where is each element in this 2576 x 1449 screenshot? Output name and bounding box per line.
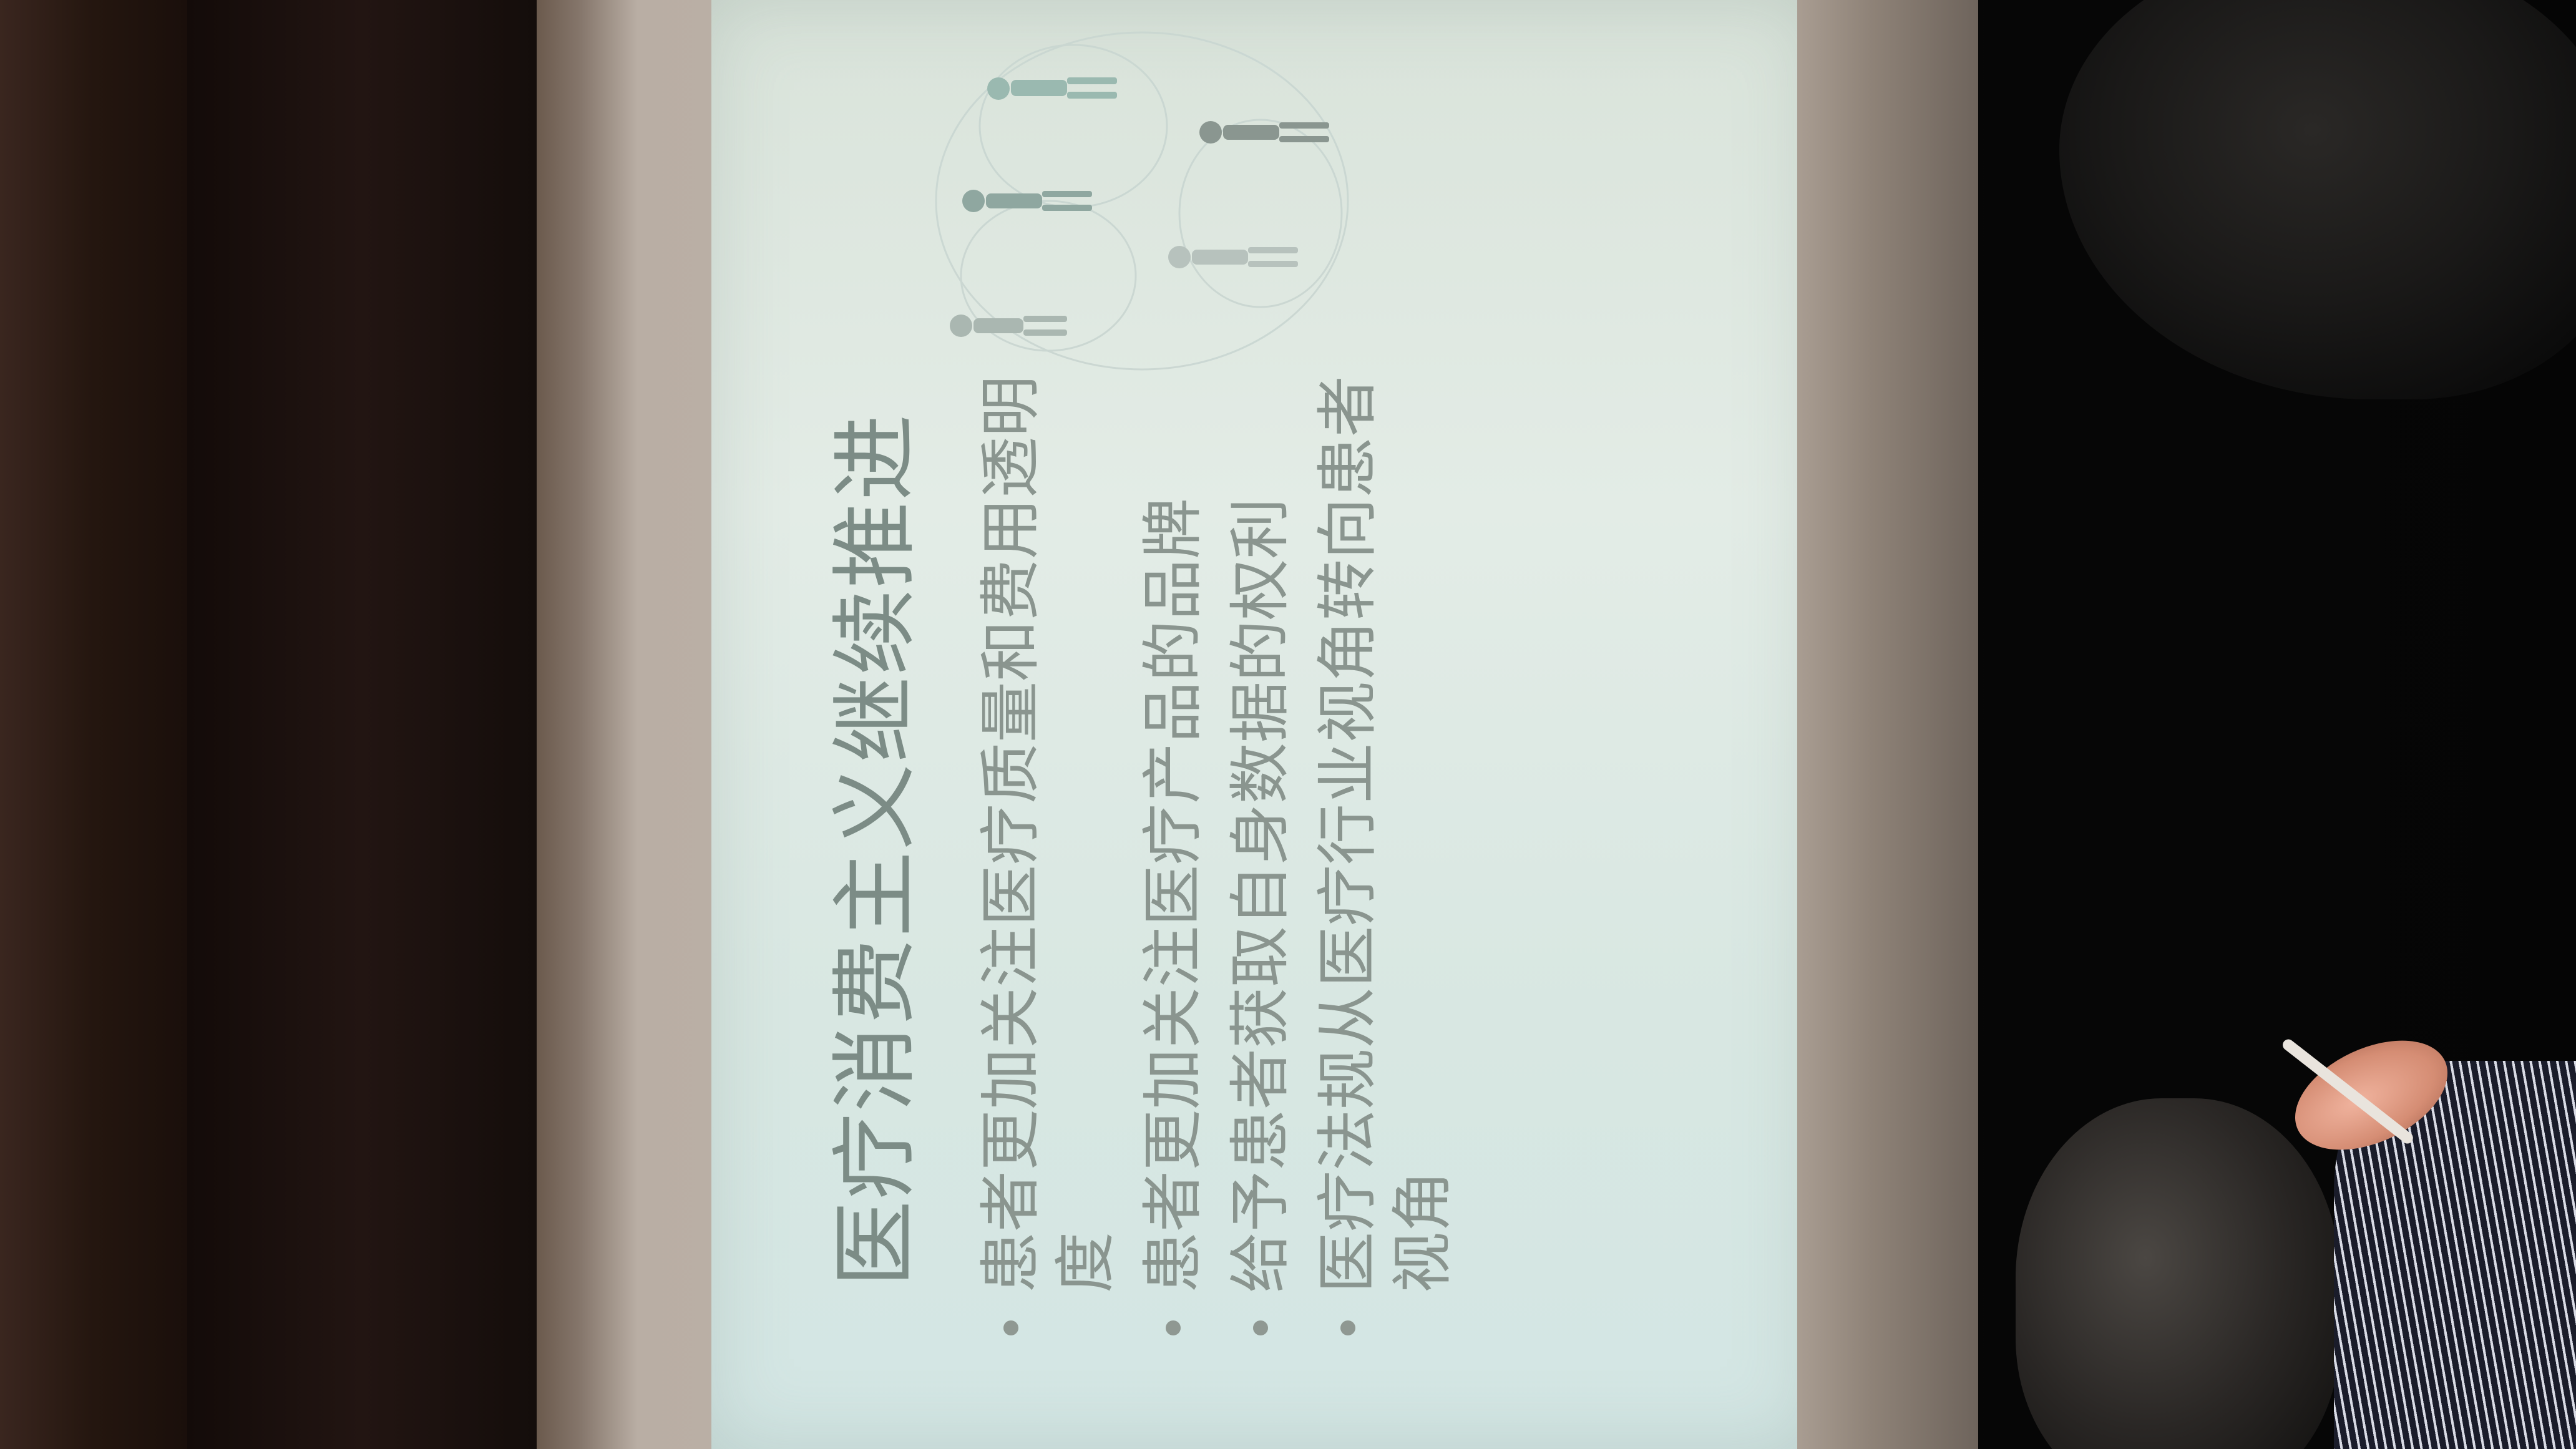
audience-person-head — [2016, 1098, 2340, 1449]
bullet-item: 患者更加关注医疗质量和费用透明度 — [973, 369, 1123, 1343]
photo: 医疗消费主义继续推进 患者更加关注医疗质量和费用透明度 患者更加关注医疗产品的品… — [0, 0, 2576, 1449]
bullet-item: 医疗法规从医疗行业视角转向患者视角 — [1310, 369, 1460, 1343]
bullet-item: 患者更加关注医疗产品的品牌 — [1136, 369, 1211, 1343]
audience-head-hair — [2059, 0, 2576, 399]
bullet-list: 患者更加关注医疗质量和费用透明度 患者更加关注医疗产品的品牌 给予患者获取自身数… — [973, 369, 1473, 1343]
slide-title: 医疗消费主义继续推进 — [825, 412, 925, 1287]
people-walking-icon — [935, 31, 1349, 371]
slide-content: 医疗消费主义继续推进 患者更加关注医疗质量和费用透明度 患者更加关注医疗产品的品… — [711, 0, 1810, 1449]
screen-edge — [1797, 0, 1978, 1449]
dark-curtain — [187, 0, 537, 1449]
bullet-icon — [1166, 1320, 1181, 1335]
bullet-text: 医疗法规从医疗行业视角转向患者视角 — [1312, 375, 1458, 1293]
bullet-text: 患者更加关注医疗产品的品牌 — [1138, 497, 1209, 1293]
bullet-text: 给予患者获取自身数据的权利 — [1225, 497, 1296, 1293]
bullet-item: 给予患者获取自身数据的权利 — [1223, 369, 1298, 1343]
bullet-icon — [1253, 1320, 1268, 1335]
bullet-text: 患者更加关注医疗质量和费用透明度 — [975, 375, 1121, 1293]
bullet-icon — [1003, 1320, 1018, 1335]
bullet-icon — [1340, 1320, 1355, 1335]
wooden-wall — [0, 0, 187, 1449]
